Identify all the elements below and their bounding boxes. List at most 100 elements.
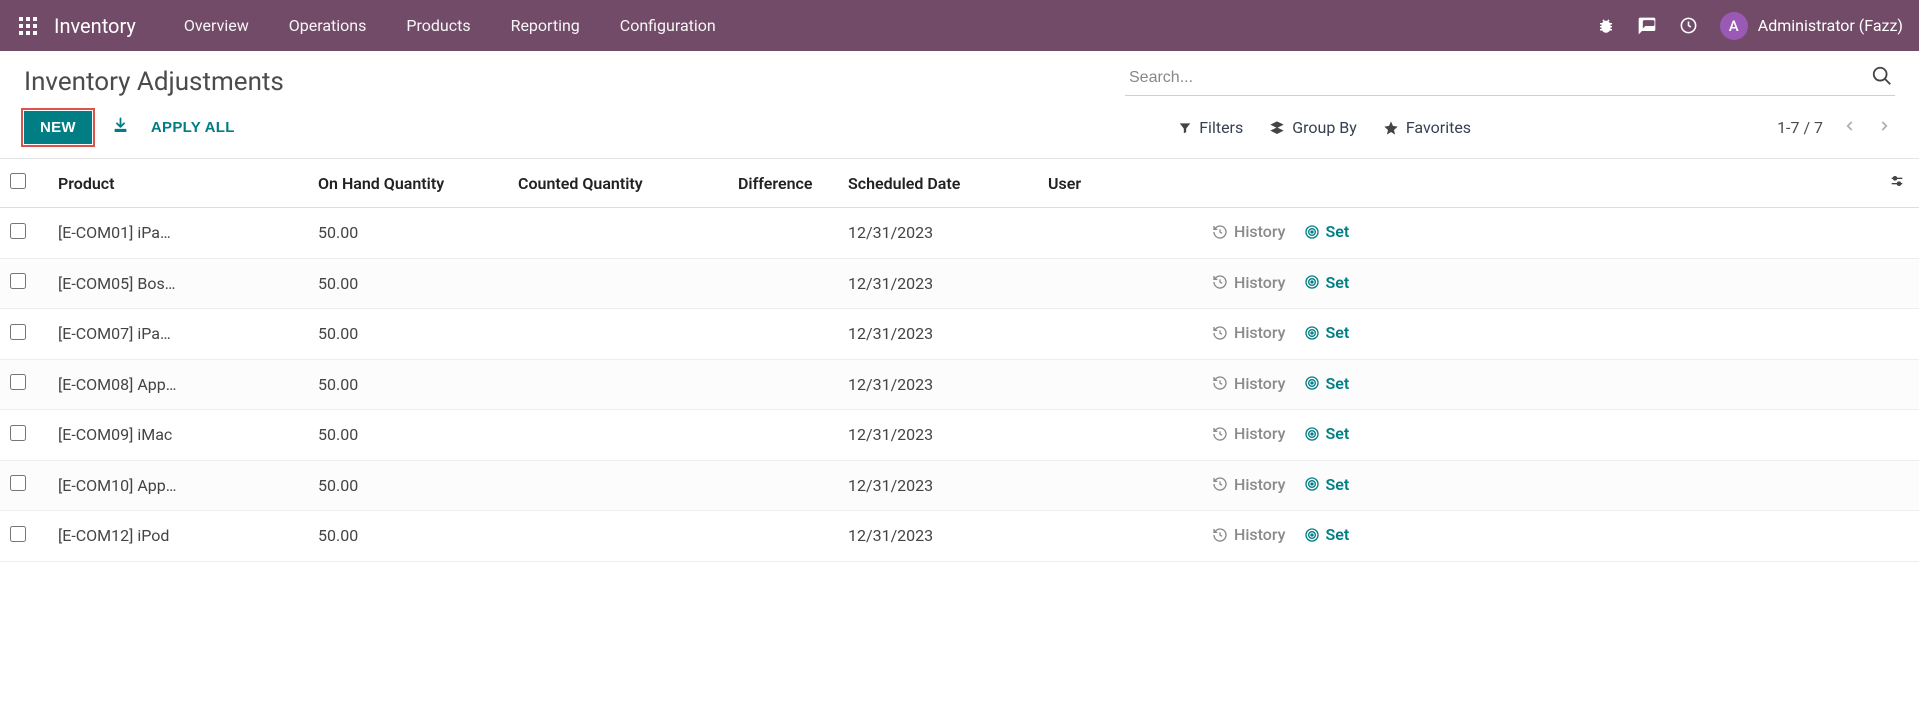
cell-counted[interactable] <box>508 359 728 410</box>
select-all-checkbox[interactable] <box>10 173 26 189</box>
download-icon[interactable] <box>112 117 129 139</box>
cell-onhand: 50.00 <box>308 460 508 511</box>
cell-scheduled-date: 12/31/2023 <box>838 460 1038 511</box>
set-button[interactable]: Set <box>1304 273 1350 292</box>
filters-button[interactable]: Filters <box>1178 118 1243 137</box>
history-button[interactable]: History <box>1212 222 1286 241</box>
history-icon <box>1212 375 1228 391</box>
row-checkbox[interactable] <box>10 475 26 491</box>
apply-all-button[interactable]: APPLY ALL <box>151 119 235 136</box>
cell-user[interactable] <box>1038 258 1188 309</box>
cell-counted[interactable] <box>508 460 728 511</box>
bug-icon[interactable] <box>1597 17 1615 35</box>
row-checkbox[interactable] <box>10 324 26 340</box>
nav-link-configuration[interactable]: Configuration <box>602 8 734 43</box>
nav-link-overview[interactable]: Overview <box>166 8 267 43</box>
user-name: Administrator (Fazz) <box>1758 16 1903 35</box>
cell-onhand: 50.00 <box>308 258 508 309</box>
history-button[interactable]: History <box>1212 475 1286 494</box>
cell-counted[interactable] <box>508 208 728 259</box>
history-button[interactable]: History <box>1212 323 1286 342</box>
table-row[interactable]: [E-COM09] iMac 50.00 12/31/2023 History … <box>0 410 1919 461</box>
nav-link-reporting[interactable]: Reporting <box>493 8 598 43</box>
cell-scheduled-date: 12/31/2023 <box>838 258 1038 309</box>
pager-next-icon[interactable] <box>1873 118 1895 137</box>
history-button[interactable]: History <box>1212 424 1286 443</box>
target-icon <box>1304 426 1320 442</box>
set-button[interactable]: Set <box>1304 475 1350 494</box>
cell-user[interactable] <box>1038 208 1188 259</box>
groupby-button[interactable]: Group By <box>1269 118 1357 137</box>
cell-user[interactable] <box>1038 460 1188 511</box>
nav-links: Overview Operations Products Reporting C… <box>166 8 734 43</box>
new-button[interactable]: NEW <box>24 111 92 144</box>
set-button[interactable]: Set <box>1304 525 1350 544</box>
user-menu[interactable]: A Administrator (Fazz) <box>1720 12 1903 40</box>
table-row[interactable]: [E-COM07] iPa… 50.00 12/31/2023 History … <box>0 309 1919 360</box>
target-icon <box>1304 274 1320 290</box>
row-checkbox[interactable] <box>10 526 26 542</box>
cell-difference <box>728 460 838 511</box>
history-label: History <box>1234 525 1286 544</box>
groupby-label: Group By <box>1292 118 1357 137</box>
search-icon[interactable] <box>1871 65 1893 91</box>
header-user[interactable]: User <box>1038 159 1188 208</box>
set-button[interactable]: Set <box>1304 222 1350 241</box>
set-button[interactable]: Set <box>1304 323 1350 342</box>
chat-icon[interactable] <box>1637 16 1657 36</box>
header-onhand[interactable]: On Hand Quantity <box>308 159 508 208</box>
cell-difference <box>728 258 838 309</box>
cell-onhand: 50.00 <box>308 208 508 259</box>
pager-prev-icon[interactable] <box>1839 118 1861 137</box>
header-scheduled-date[interactable]: Scheduled Date <box>838 159 1038 208</box>
row-checkbox[interactable] <box>10 374 26 390</box>
table-row[interactable]: [E-COM05] Bos… 50.00 12/31/2023 History … <box>0 258 1919 309</box>
app-name[interactable]: Inventory <box>54 14 136 38</box>
avatar: A <box>1720 12 1748 40</box>
pager: 1-7 / 7 <box>1777 118 1895 137</box>
cell-counted[interactable] <box>508 410 728 461</box>
history-label: History <box>1234 424 1286 443</box>
nav-link-operations[interactable]: Operations <box>271 8 385 43</box>
row-checkbox[interactable] <box>10 425 26 441</box>
set-button[interactable]: Set <box>1304 374 1350 393</box>
favorites-button[interactable]: Favorites <box>1383 118 1471 137</box>
history-button[interactable]: History <box>1212 273 1286 292</box>
clock-icon[interactable] <box>1679 16 1698 35</box>
column-settings-icon[interactable] <box>1889 174 1905 193</box>
cell-product: [E-COM05] Bos… <box>58 274 175 293</box>
history-button[interactable]: History <box>1212 374 1286 393</box>
history-icon <box>1212 476 1228 492</box>
row-checkbox[interactable] <box>10 223 26 239</box>
nav-link-products[interactable]: Products <box>388 8 488 43</box>
table-row[interactable]: [E-COM12] iPod 50.00 12/31/2023 History … <box>0 511 1919 562</box>
cell-user[interactable] <box>1038 309 1188 360</box>
cell-scheduled-date: 12/31/2023 <box>838 309 1038 360</box>
history-icon <box>1212 224 1228 240</box>
history-label: History <box>1234 374 1286 393</box>
cell-user[interactable] <box>1038 359 1188 410</box>
row-checkbox[interactable] <box>10 273 26 289</box>
history-button[interactable]: History <box>1212 525 1286 544</box>
search-input[interactable] <box>1125 61 1895 96</box>
header-product[interactable]: Product <box>48 159 308 208</box>
apps-icon[interactable] <box>16 14 40 38</box>
history-icon <box>1212 325 1228 341</box>
navbar-right: A Administrator (Fazz) <box>1597 12 1903 40</box>
cell-user[interactable] <box>1038 410 1188 461</box>
cell-difference <box>728 359 838 410</box>
table-row[interactable]: [E-COM10] App… 50.00 12/31/2023 History … <box>0 460 1919 511</box>
header-difference[interactable]: Difference <box>728 159 838 208</box>
pager-value[interactable]: 1-7 / 7 <box>1777 118 1823 137</box>
table-row[interactable]: [E-COM08] App… 50.00 12/31/2023 History … <box>0 359 1919 410</box>
cell-counted[interactable] <box>508 258 728 309</box>
cell-product: [E-COM09] iMac <box>58 425 172 444</box>
cell-product: [E-COM12] iPod <box>58 526 169 545</box>
table-row[interactable]: [E-COM01] iPa… 50.00 12/31/2023 History … <box>0 208 1919 259</box>
header-counted[interactable]: Counted Quantity <box>508 159 728 208</box>
cell-counted[interactable] <box>508 511 728 562</box>
cell-counted[interactable] <box>508 309 728 360</box>
set-label: Set <box>1326 323 1350 342</box>
set-button[interactable]: Set <box>1304 424 1350 443</box>
cell-user[interactable] <box>1038 511 1188 562</box>
